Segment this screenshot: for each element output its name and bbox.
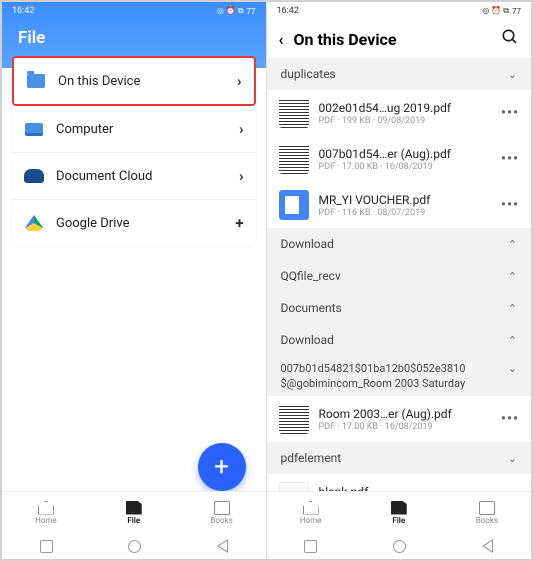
search-icon[interactable]	[501, 28, 519, 50]
system-nav	[267, 533, 532, 559]
file-name: 002e01d54…ug 2019.pdf	[319, 101, 491, 115]
nav-label: Home	[35, 516, 57, 525]
bottom-nav: Home File Books	[267, 491, 532, 533]
location-label: Computer	[56, 122, 227, 137]
file-meta: PDF · 116 KB · 08/07/2019	[319, 208, 491, 218]
chevron-down-icon: ⌄	[508, 452, 517, 465]
location-computer[interactable]: Computer ›	[12, 106, 256, 153]
recent-apps-button[interactable]	[304, 540, 317, 553]
status-icons: ◎ ⏰ ⧉ 77	[482, 6, 521, 16]
file-name: Room 2003…er (Aug).pdf	[319, 407, 491, 421]
gdrive-icon	[24, 215, 44, 231]
nav-label: File	[127, 516, 140, 525]
nav-file[interactable]: File	[355, 492, 443, 533]
file-row[interactable]: 002e01d54…ug 2019.pdf PDF · 199 KB · 09/…	[267, 90, 532, 136]
nav-file[interactable]: File	[90, 492, 178, 533]
file-row[interactable]: Room 2003…er (Aug).pdf PDF · 17.00 KB · …	[267, 396, 532, 442]
section-label: pdfelement	[281, 451, 342, 465]
books-icon	[214, 501, 230, 515]
chevron-up-icon: ⌃	[508, 334, 517, 347]
section-label: 007b01d54821$01ba12b0$052e3810	[281, 362, 508, 375]
chevron-right-icon: ›	[239, 120, 244, 138]
section-label: duplicates	[281, 67, 336, 81]
chevron-down-icon: ⌄	[508, 68, 517, 81]
plus-icon: +	[235, 214, 243, 232]
recent-apps-button[interactable]	[40, 540, 53, 553]
chevron-right-icon: ›	[237, 72, 242, 90]
back-button[interactable]	[217, 539, 228, 553]
section-duplicates[interactable]: duplicates ⌄	[267, 58, 532, 90]
section-download-2[interactable]: Download ⌃	[267, 324, 532, 356]
file-thumb-icon	[279, 98, 309, 128]
bottom-nav: Home File Books	[2, 491, 266, 533]
nav-label: Home	[300, 516, 322, 525]
chevron-up-icon: ⌃	[508, 238, 517, 251]
file-meta: PDF · 17.00 KB · 16/08/2019	[319, 422, 491, 432]
chevron-down-icon: ⌄	[508, 362, 517, 375]
page-title: File	[2, 20, 266, 48]
section-long-path[interactable]: 007b01d54821$01ba12b0$052e3810 ⌄	[267, 356, 532, 377]
nav-label: Books	[476, 516, 498, 525]
file-meta: PDF · 199 KB · 09/08/2019	[319, 116, 491, 126]
file-meta: PDF · 17.00 KB · 16/08/2019	[319, 162, 491, 172]
location-label: Document Cloud	[56, 169, 227, 184]
location-label: Google Drive	[56, 216, 223, 231]
home-icon	[38, 501, 54, 515]
nav-home[interactable]: Home	[267, 492, 355, 533]
page-title: On this Device	[294, 30, 492, 49]
section-documents[interactable]: Documents ⌃	[267, 292, 532, 324]
section-label: Download	[281, 237, 334, 251]
section-qqfile[interactable]: QQfile_recv ⌃	[267, 260, 532, 292]
file-name: 007b01d54…er (Aug).pdf	[319, 147, 491, 161]
more-icon[interactable]: •••	[501, 105, 519, 121]
section-label: QQfile_recv	[281, 269, 341, 283]
file-thumb-icon	[279, 404, 309, 434]
home-button[interactable]	[393, 540, 406, 553]
nav-books[interactable]: Books	[178, 492, 266, 533]
section-label: Documents	[281, 301, 342, 315]
file-icon	[126, 501, 142, 515]
file-icon	[391, 501, 407, 515]
more-icon[interactable]: •••	[501, 151, 519, 167]
file-thumb-icon	[279, 144, 309, 174]
status-icons: ◎ ⏰ ⧉ 77	[217, 6, 256, 16]
chevron-right-icon: ›	[239, 167, 244, 185]
file-name: MR_YI VOUCHER.pdf	[319, 193, 491, 207]
pdf-icon	[279, 190, 309, 220]
back-icon[interactable]: ‹	[279, 30, 284, 49]
add-button[interactable]: +	[198, 443, 246, 491]
home-button[interactable]	[128, 540, 141, 553]
section-download[interactable]: Download ⌃	[267, 228, 532, 260]
location-document-cloud[interactable]: Document Cloud ›	[12, 153, 256, 200]
location-on-this-device[interactable]: On this Device ›	[12, 56, 256, 106]
section-label-cont: $@gobimincom_Room 2003 Saturday	[267, 377, 532, 396]
more-icon[interactable]: •••	[501, 411, 519, 427]
nav-label: File	[392, 516, 405, 525]
location-list: On this Device › Computer › Document Clo…	[12, 56, 256, 246]
file-row[interactable]: 007b01d54…er (Aug).pdf PDF · 17.00 KB · …	[267, 136, 532, 182]
computer-icon	[24, 121, 44, 137]
home-icon	[303, 501, 319, 515]
nav-books[interactable]: Books	[443, 492, 531, 533]
section-label: Download	[281, 333, 334, 347]
cloud-icon	[24, 168, 44, 184]
status-time: 16:42	[12, 6, 34, 16]
section-pdfelement[interactable]: pdfelement ⌄	[267, 442, 532, 474]
location-google-drive[interactable]: Google Drive +	[12, 200, 256, 246]
file-row[interactable]: MR_YI VOUCHER.pdf PDF · 116 KB · 08/07/2…	[267, 182, 532, 228]
folder-icon	[26, 73, 46, 89]
file-list: duplicates ⌄ 002e01d54…ug 2019.pdf PDF ·…	[267, 58, 532, 559]
chevron-up-icon: ⌃	[508, 270, 517, 283]
books-icon	[479, 501, 495, 515]
location-label: On this Device	[58, 74, 225, 89]
nav-label: Books	[210, 516, 232, 525]
chevron-up-icon: ⌃	[508, 302, 517, 315]
back-button[interactable]	[482, 539, 493, 553]
nav-home[interactable]: Home	[2, 492, 90, 533]
more-icon[interactable]: •••	[501, 197, 519, 213]
system-nav	[2, 533, 266, 559]
status-time: 16:42	[277, 6, 299, 16]
